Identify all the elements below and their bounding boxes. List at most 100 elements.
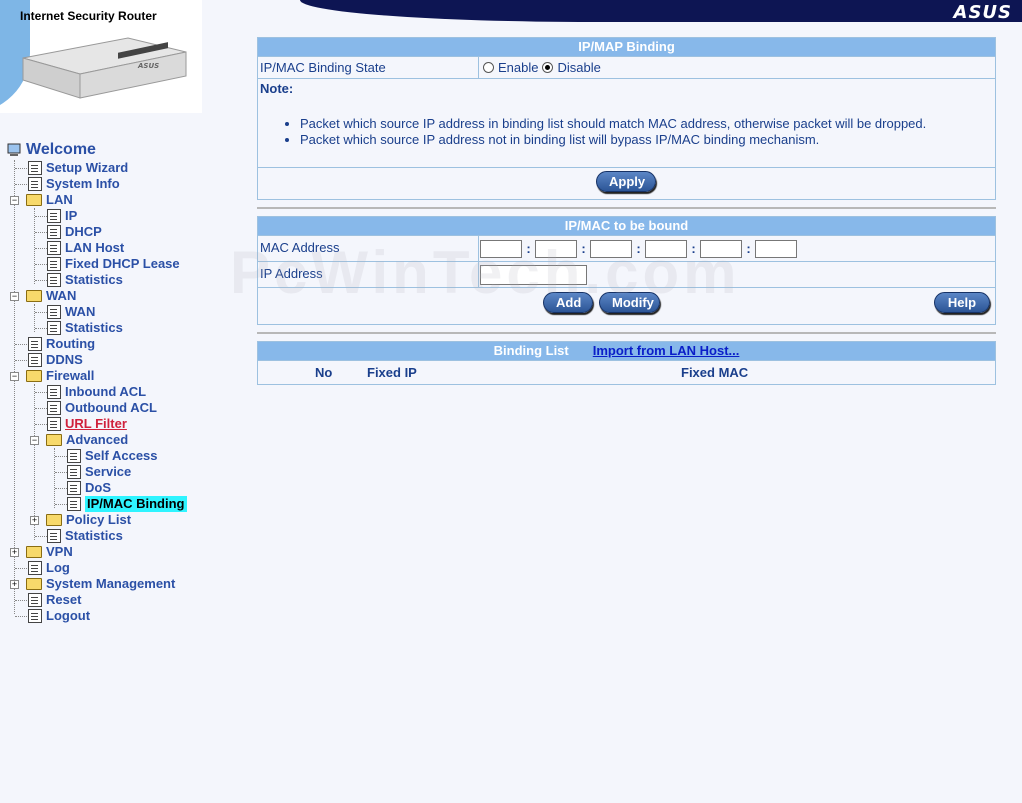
tree-item-logout[interactable]: Logout bbox=[28, 608, 90, 624]
computer-icon bbox=[7, 143, 21, 156]
modify-button[interactable]: Modify bbox=[599, 292, 660, 313]
column-header-fixed-ip: Fixed IP bbox=[367, 365, 417, 380]
page-icon bbox=[28, 337, 42, 351]
page-icon bbox=[28, 609, 42, 623]
mac-address-label: MAC Address bbox=[258, 236, 479, 261]
tree-item-setup-wizard[interactable]: Setup Wizard bbox=[28, 160, 128, 176]
bind-entry-title: IP/MAC to be bound bbox=[258, 217, 995, 235]
binding-settings-panel: IP/MAP Binding IP/MAC Binding State Enab… bbox=[257, 37, 996, 200]
binding-list-panel: Binding List Import from LAN Host... No … bbox=[257, 341, 996, 385]
import-lan-host-link[interactable]: Import from LAN Host... bbox=[593, 342, 740, 360]
tree-item-system-management[interactable]: System Management bbox=[26, 576, 175, 592]
bind-entry-panel: IP/MAC to be bound MAC Address : : : : :… bbox=[257, 216, 996, 325]
column-header-no: No bbox=[315, 365, 333, 380]
binding-state-label: IP/MAC Binding State bbox=[258, 57, 479, 78]
page-icon bbox=[47, 257, 61, 271]
mac-octet-2-input[interactable] bbox=[535, 239, 577, 258]
tree-item-url-filter[interactable]: URL Filter bbox=[47, 416, 127, 432]
mac-octet-1-input[interactable] bbox=[480, 239, 522, 258]
divider bbox=[257, 207, 996, 209]
page-icon bbox=[47, 209, 61, 223]
tree-item-firewall-statistics[interactable]: Statistics bbox=[47, 528, 123, 544]
mac-octet-3-input[interactable] bbox=[590, 239, 632, 258]
binding-list-title: Binding List bbox=[493, 343, 569, 358]
folder-closed-icon bbox=[46, 514, 62, 526]
mac-octet-4-input[interactable] bbox=[645, 239, 687, 258]
tree-item-lan-ip[interactable]: IP bbox=[47, 208, 77, 224]
tree-item-self-access[interactable]: Self Access bbox=[67, 448, 158, 464]
mac-octet-5-input[interactable] bbox=[700, 239, 742, 258]
note-list: Packet which source IP address in bindin… bbox=[258, 116, 995, 148]
add-button[interactable]: Add bbox=[543, 292, 593, 313]
binding-panel-title: IP/MAP Binding bbox=[258, 38, 995, 56]
collapse-lan-toggle[interactable]: − bbox=[10, 196, 19, 205]
enable-radio-label: Enable bbox=[498, 60, 539, 75]
expand-system-management-toggle[interactable]: + bbox=[10, 580, 19, 589]
tree-item-dhcp[interactable]: DHCP bbox=[47, 224, 102, 240]
page-icon bbox=[28, 161, 42, 175]
mac-octet-6-input[interactable] bbox=[755, 239, 797, 258]
apply-button[interactable]: Apply bbox=[596, 171, 656, 192]
page-icon bbox=[47, 417, 61, 431]
tree-item-routing[interactable]: Routing bbox=[28, 336, 95, 352]
ip-address-label: IP Address bbox=[258, 262, 479, 287]
divider bbox=[257, 332, 996, 334]
note-item: Packet which source IP address not in bi… bbox=[300, 132, 995, 148]
enable-radio[interactable] bbox=[483, 62, 494, 73]
folder-open-icon bbox=[26, 370, 42, 382]
tree-item-policy-list[interactable]: Policy List bbox=[46, 512, 131, 528]
tree-item-service[interactable]: Service bbox=[67, 464, 131, 480]
page-icon bbox=[28, 177, 42, 191]
help-button[interactable]: Help bbox=[934, 292, 990, 313]
expand-policy-list-toggle[interactable]: + bbox=[30, 516, 39, 525]
folder-open-icon bbox=[46, 434, 62, 446]
tree-item-lan-host[interactable]: LAN Host bbox=[47, 240, 124, 256]
collapse-firewall-toggle[interactable]: − bbox=[10, 372, 19, 381]
tree-item-welcome[interactable]: Welcome bbox=[6, 142, 96, 158]
page-icon bbox=[47, 241, 61, 255]
page-icon bbox=[47, 305, 61, 319]
tree-item-lan-statistics[interactable]: Statistics bbox=[47, 272, 123, 288]
disable-radio-label: Disable bbox=[557, 60, 601, 75]
tree-item-outbound-acl[interactable]: Outbound ACL bbox=[47, 400, 157, 416]
page-icon bbox=[28, 353, 42, 367]
page-icon bbox=[47, 225, 61, 239]
tree-item-fixed-dhcp-lease[interactable]: Fixed DHCP Lease bbox=[47, 256, 180, 272]
tree-item-firewall[interactable]: Firewall bbox=[26, 368, 94, 384]
page-icon bbox=[47, 321, 61, 335]
ip-address-input[interactable] bbox=[480, 264, 587, 285]
folder-open-icon bbox=[26, 290, 42, 302]
tree-item-inbound-acl[interactable]: Inbound ACL bbox=[47, 384, 146, 400]
folder-closed-icon bbox=[26, 546, 42, 558]
tree-item-reset[interactable]: Reset bbox=[28, 592, 81, 608]
tree-item-system-info[interactable]: System Info bbox=[28, 176, 120, 192]
page-icon bbox=[28, 593, 42, 607]
tree-item-ipmac-binding[interactable]: IP/MAC Binding bbox=[67, 496, 187, 512]
binding-state-options: Enable Disable bbox=[479, 57, 605, 78]
header-wave bbox=[300, 0, 1022, 22]
page-icon bbox=[47, 401, 61, 415]
collapse-wan-toggle[interactable]: − bbox=[10, 292, 19, 301]
tree-item-wan[interactable]: WAN bbox=[26, 288, 76, 304]
tree-item-wan-statistics[interactable]: Statistics bbox=[47, 320, 123, 336]
tree-item-lan[interactable]: LAN bbox=[26, 192, 73, 208]
page-icon bbox=[47, 385, 61, 399]
tree-item-wan-settings[interactable]: WAN bbox=[47, 304, 95, 320]
tree-item-log[interactable]: Log bbox=[28, 560, 70, 576]
tree-item-ddns[interactable]: DDNS bbox=[28, 352, 83, 368]
expand-vpn-toggle[interactable]: + bbox=[10, 548, 19, 557]
folder-open-icon bbox=[26, 194, 42, 206]
folder-closed-icon bbox=[26, 578, 42, 590]
disable-radio[interactable] bbox=[542, 62, 554, 73]
tree-item-vpn[interactable]: VPN bbox=[26, 544, 73, 560]
page-icon bbox=[28, 561, 42, 575]
page-icon bbox=[47, 529, 61, 543]
tree-item-advanced[interactable]: Advanced bbox=[46, 432, 128, 448]
note-label: Note: bbox=[260, 81, 294, 96]
tree-item-dos[interactable]: DoS bbox=[67, 480, 111, 496]
product-title: Internet Security Router bbox=[20, 9, 157, 23]
collapse-advanced-toggle[interactable]: − bbox=[30, 436, 39, 445]
product-banner: Internet Security Router ASUS bbox=[0, 0, 202, 113]
column-header-fixed-mac: Fixed MAC bbox=[681, 365, 749, 380]
page-icon bbox=[67, 449, 81, 463]
